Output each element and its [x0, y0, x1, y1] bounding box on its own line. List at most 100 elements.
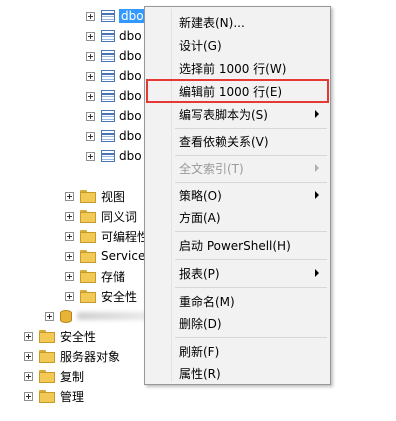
table-label[interactable]: dbo [119, 29, 142, 43]
menu-item-reports[interactable]: 报表(P) [147, 262, 328, 284]
expand-icon[interactable] [65, 291, 74, 301]
expand-icon[interactable] [86, 11, 95, 21]
menu-item-design[interactable]: 设计(G) [147, 34, 328, 56]
menu-item-label: 方面(A) [179, 210, 221, 225]
expand-icon[interactable] [65, 231, 74, 241]
expand-icon[interactable] [65, 251, 74, 261]
table-icon [101, 30, 115, 42]
database-node[interactable] [45, 306, 157, 326]
folder-icon [80, 229, 96, 243]
folder-label[interactable]: 复制 [60, 368, 84, 385]
expand-icon[interactable] [45, 311, 54, 321]
menu-item-select-top-1000[interactable]: 选择前 1000 行(W) [147, 57, 328, 79]
expand-icon[interactable] [24, 331, 33, 341]
tree-folder[interactable]: 服务器对象 [24, 346, 120, 366]
folder-label[interactable]: 安全性 [60, 328, 96, 345]
menu-item-policies[interactable]: 策略(O) [147, 184, 328, 206]
folder-icon [39, 369, 55, 383]
table-row[interactable]: dbo [86, 86, 142, 106]
menu-separator [175, 259, 327, 260]
tree-folder[interactable]: Service [65, 246, 145, 266]
database-icon [60, 309, 72, 323]
menu-item-properties[interactable]: 属性(R) [147, 362, 328, 384]
table-icon [101, 70, 115, 82]
folder-label[interactable]: 安全性 [101, 288, 137, 305]
folder-icon [80, 209, 96, 223]
tree-folder[interactable]: 视图 [65, 186, 125, 206]
menu-item-delete[interactable]: 删除(D) [147, 312, 328, 334]
tree-folder[interactable]: 安全性 [24, 326, 96, 346]
folder-label[interactable]: 管理 [60, 388, 84, 405]
folder-icon [80, 269, 96, 283]
menu-item-full-text-index: 全文索引(T) [147, 157, 328, 179]
table-label[interactable]: dbo [119, 9, 146, 23]
expand-icon[interactable] [86, 51, 95, 61]
tree-folder[interactable]: 存储 [65, 266, 125, 286]
folder-icon [39, 329, 55, 343]
submenu-arrow-icon [315, 164, 319, 172]
menu-item-label: 查看依赖关系(V) [179, 134, 269, 149]
folder-label[interactable]: 存储 [101, 268, 125, 285]
menu-item-new-table[interactable]: 新建表(N)... [147, 11, 328, 33]
tree-folder[interactable]: 安全性 [65, 286, 137, 306]
submenu-arrow-icon [315, 191, 319, 199]
expand-icon[interactable] [86, 111, 95, 121]
expand-icon[interactable] [24, 371, 33, 381]
context-menu: 新建表(N)... 设计(G) 选择前 1000 行(W) 编辑前 1000 行… [144, 6, 331, 385]
table-row[interactable]: dbo [86, 106, 142, 126]
table-row[interactable]: dbo [86, 146, 142, 166]
menu-item-label: 设计(G) [179, 38, 222, 53]
folder-icon [80, 249, 96, 263]
menu-separator [175, 155, 327, 156]
tree-folder[interactable]: 复制 [24, 366, 84, 386]
menu-item-label: 编辑前 1000 行(E) [179, 84, 283, 99]
expand-icon[interactable] [65, 271, 74, 281]
menu-item-label: 选择前 1000 行(W) [179, 61, 287, 76]
expand-icon[interactable] [24, 391, 33, 401]
expand-icon[interactable] [65, 191, 74, 201]
menu-item-start-powershell[interactable]: 启动 PowerShell(H) [147, 234, 328, 256]
table-row[interactable]: dbo [86, 126, 142, 146]
menu-item-script-table-as[interactable]: 编写表脚本为(S) [147, 103, 328, 125]
menu-item-label: 新建表(N)... [179, 15, 245, 30]
table-row[interactable]: dbo [86, 6, 146, 26]
folder-label[interactable]: 同义词 [101, 208, 137, 225]
expand-icon[interactable] [24, 351, 33, 361]
table-row[interactable]: dbo [86, 66, 142, 86]
table-label[interactable]: dbo [119, 149, 142, 163]
menu-item-label: 重命名(M) [179, 294, 235, 309]
table-label[interactable]: dbo [119, 49, 142, 63]
expand-icon[interactable] [86, 151, 95, 161]
folder-label[interactable]: 可编程性 [101, 228, 149, 245]
folder-label[interactable]: Service [101, 249, 145, 263]
tree-folder[interactable]: 管理 [24, 386, 84, 406]
menu-item-facets[interactable]: 方面(A) [147, 206, 328, 228]
menu-item-label: 属性(R) [179, 366, 221, 381]
menu-separator [175, 287, 327, 288]
folder-label[interactable]: 服务器对象 [60, 348, 120, 365]
expand-icon[interactable] [86, 131, 95, 141]
expand-icon[interactable] [86, 71, 95, 81]
menu-item-refresh[interactable]: 刷新(F) [147, 340, 328, 362]
menu-item-label: 策略(O) [179, 188, 222, 203]
menu-item-label: 全文索引(T) [179, 161, 244, 176]
tree-folder[interactable]: 同义词 [65, 206, 137, 226]
table-label[interactable]: dbo [119, 129, 142, 143]
menu-item-rename[interactable]: 重命名(M) [147, 290, 328, 312]
menu-separator [175, 128, 327, 129]
expand-icon[interactable] [86, 91, 95, 101]
expand-icon[interactable] [65, 211, 74, 221]
folder-label[interactable]: 视图 [101, 188, 125, 205]
table-label[interactable]: dbo [119, 69, 142, 83]
table-icon [101, 10, 115, 22]
table-label[interactable]: dbo [119, 109, 142, 123]
table-row[interactable]: dbo [86, 26, 142, 46]
tree-folder[interactable]: 可编程性 [65, 226, 149, 246]
table-row[interactable]: dbo [86, 46, 142, 66]
submenu-arrow-icon [315, 269, 319, 277]
menu-item-view-dependencies[interactable]: 查看依赖关系(V) [147, 130, 328, 152]
table-icon [101, 150, 115, 162]
table-label[interactable]: dbo [119, 89, 142, 103]
expand-icon[interactable] [86, 31, 95, 41]
menu-item-edit-top-1000[interactable]: 编辑前 1000 行(E) [146, 79, 329, 103]
